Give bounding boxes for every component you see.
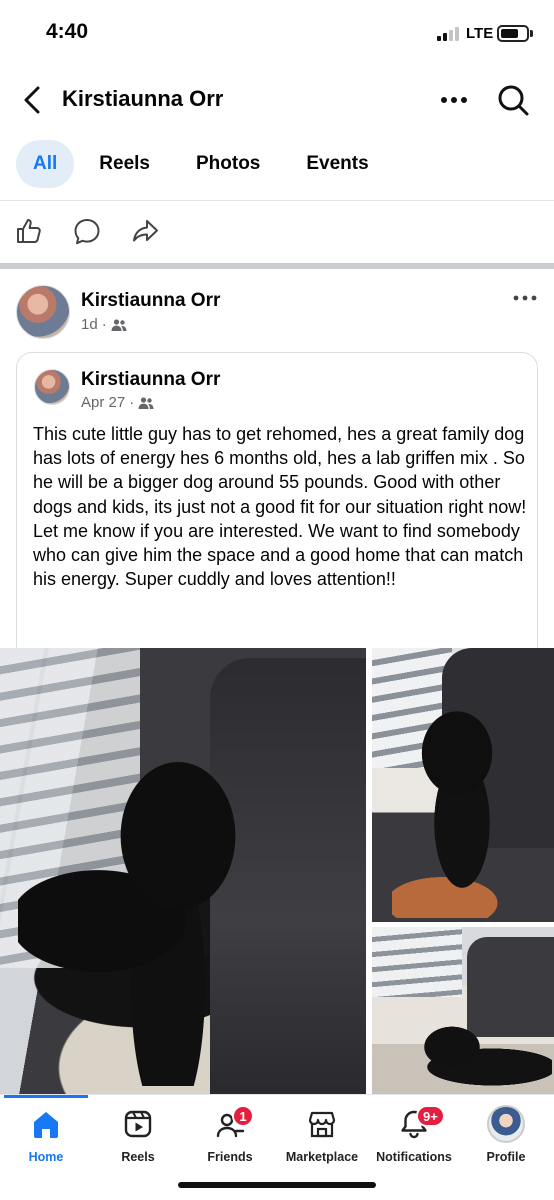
shared-post-time[interactable]: Apr 27 [81,394,125,411]
nav-reels-label: Reels [121,1150,155,1164]
nav-profile[interactable]: Profile [462,1105,550,1164]
share-icon[interactable] [130,216,160,246]
home-icon [34,1112,58,1138]
nav-notifications[interactable]: 9+ Notifications [370,1105,458,1164]
marketplace-icon [308,1111,336,1138]
status-time: 4:40 [46,20,89,43]
battery-icon [497,25,529,42]
post-photo-2[interactable] [372,648,554,922]
nav-marketplace[interactable]: Marketplace [278,1105,366,1164]
status-bar: 4:40 LTE [0,0,554,64]
shared-author-avatar[interactable] [34,369,70,405]
search-icon[interactable] [496,83,530,117]
nav-marketplace-label: Marketplace [285,1150,359,1164]
post-author-name[interactable]: Kirstiaunna Orr [81,290,220,312]
comment-icon[interactable] [72,216,102,246]
post-photo-3[interactable] [372,927,554,1094]
like-icon[interactable] [14,216,44,246]
shared-author-name[interactable]: Kirstiaunna Orr [81,369,220,391]
tab-events[interactable]: Events [285,140,389,188]
nav-friends[interactable]: 1 Friends [186,1105,274,1164]
nav-friends-label: Friends [207,1150,253,1164]
post-meta: 1d · [81,316,127,333]
home-indicator [178,1182,376,1188]
divider [0,200,554,201]
shared-post-text: This cute little guy has to get rehomed,… [33,424,527,590]
tab-reels[interactable]: Reels [78,140,171,188]
friends-audience-icon [111,318,127,331]
feed-separator [0,263,554,269]
tab-photos[interactable]: Photos [175,140,281,188]
reaction-row [14,216,160,246]
nav-home-label: Home [28,1150,64,1164]
network-label: LTE [466,25,494,42]
post-time[interactable]: 1d [81,316,98,333]
friends-audience-icon [138,396,154,409]
reels-icon [124,1110,152,1138]
nav-home[interactable]: Home [2,1105,90,1164]
tab-all[interactable]: All [16,140,75,188]
nav-notifications-label: Notifications [376,1150,452,1164]
signal-icon [437,27,459,41]
friends-badge: 1 [232,1105,254,1127]
active-tab-indicator [4,1095,88,1098]
shared-post-card[interactable]: Kirstiaunna Orr Apr 27 · This cute littl… [16,352,538,652]
post-more-icon[interactable] [512,293,538,303]
filter-tabs: All Reels Photos Events [16,139,394,189]
post-photo-1[interactable] [0,648,366,1094]
more-options-icon[interactable] [438,94,470,106]
nav-reels[interactable]: Reels [94,1105,182,1164]
author-avatar[interactable] [16,285,70,339]
nav-profile-label: Profile [486,1150,526,1164]
profile-avatar [487,1105,525,1143]
top-header: Kirstiaunna Orr [0,72,554,128]
notifications-badge: 9+ [416,1105,445,1127]
page-title: Kirstiaunna Orr [62,86,224,111]
back-icon[interactable] [18,84,46,116]
shared-post-meta: Apr 27 · [81,394,154,411]
